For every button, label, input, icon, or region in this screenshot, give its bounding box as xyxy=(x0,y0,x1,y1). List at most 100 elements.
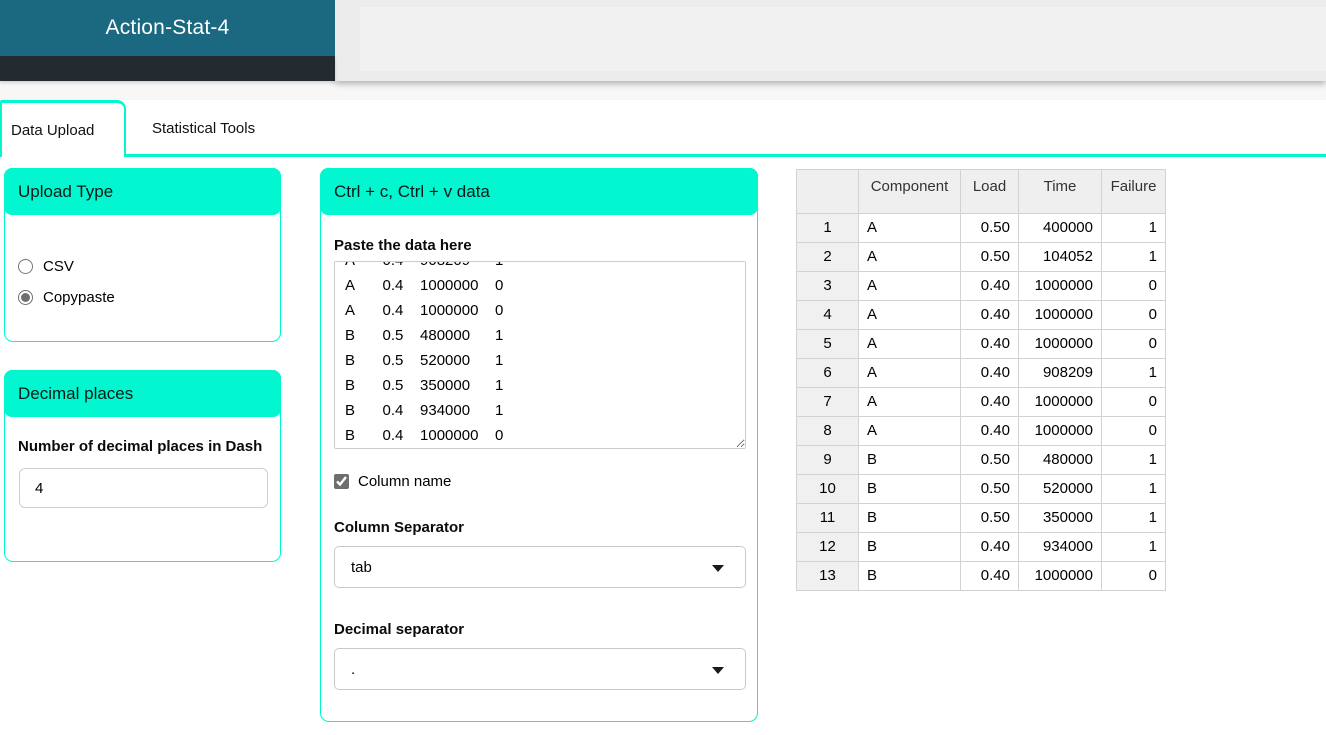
table-cell: 0.50 xyxy=(961,475,1019,504)
table-cell: 1 xyxy=(1102,533,1166,562)
app-screen: Action-Stat-4 Data Upload Statistical To… xyxy=(0,0,1326,735)
decimal-separator-label: Decimal separator xyxy=(334,619,744,640)
table-cell: 2 xyxy=(797,243,859,272)
table-cell: 0.50 xyxy=(961,243,1019,272)
column-header: Component xyxy=(859,170,961,214)
table-cell: 0 xyxy=(1102,272,1166,301)
header-toolbar-inner xyxy=(360,7,1326,71)
table-cell: 1 xyxy=(1102,446,1166,475)
table-cell: 0 xyxy=(1102,301,1166,330)
tab-statistical-tools[interactable]: Statistical Tools xyxy=(126,103,281,154)
column-header: Time xyxy=(1019,170,1102,214)
table-cell: A xyxy=(859,359,961,388)
app-title-bar: Action-Stat-4 xyxy=(0,0,335,56)
table-cell: B xyxy=(859,504,961,533)
table-row: 11B0.503500001 xyxy=(797,504,1166,533)
table-cell: 520000 xyxy=(1019,475,1102,504)
chevron-down-icon xyxy=(712,565,724,572)
table-cell: 0.40 xyxy=(961,359,1019,388)
table-cell: 1000000 xyxy=(1019,330,1102,359)
table-cell: A xyxy=(859,417,961,446)
table-row: 3A0.4010000000 xyxy=(797,272,1166,301)
table-cell: 0 xyxy=(1102,562,1166,591)
table-row: 9B0.504800001 xyxy=(797,446,1166,475)
table-cell: 12 xyxy=(797,533,859,562)
table-row: 10B0.505200001 xyxy=(797,475,1166,504)
table-cell: 3 xyxy=(797,272,859,301)
decimal-places-input[interactable] xyxy=(19,468,268,508)
checkbox-label: Column name xyxy=(358,473,451,490)
table-cell: 0 xyxy=(1102,388,1166,417)
table-cell: 1 xyxy=(1102,243,1166,272)
decimal-places-panel-title: Decimal places xyxy=(4,370,281,417)
table-cell: 934000 xyxy=(1019,533,1102,562)
radio-label: CSV xyxy=(43,258,74,275)
table-cell: 1 xyxy=(1102,359,1166,388)
table-cell: 10 xyxy=(797,475,859,504)
table-cell: 13 xyxy=(797,562,859,591)
table-cell: 0.50 xyxy=(961,446,1019,475)
tab-label: Statistical Tools xyxy=(152,120,255,137)
table-cell: 1000000 xyxy=(1019,417,1102,446)
table-row: 4A0.4010000000 xyxy=(797,301,1166,330)
table-cell: 11 xyxy=(797,504,859,533)
table-cell: B xyxy=(859,533,961,562)
data-table: ComponentLoadTimeFailure 1A0.5040000012A… xyxy=(796,169,1166,591)
csv-radio[interactable] xyxy=(18,259,33,274)
table-cell: 0.50 xyxy=(961,214,1019,243)
table-cell: B xyxy=(859,446,961,475)
header-dark-strip xyxy=(0,56,335,81)
column-header: Load xyxy=(961,170,1019,214)
table-cell: 1 xyxy=(797,214,859,243)
table-cell: 1 xyxy=(1102,475,1166,504)
table-header-row: ComponentLoadTimeFailure xyxy=(797,170,1166,214)
table-row: 1A0.504000001 xyxy=(797,214,1166,243)
table-row: 7A0.4010000000 xyxy=(797,388,1166,417)
table-cell: 0.40 xyxy=(961,330,1019,359)
column-separator-select[interactable]: tab xyxy=(334,546,746,588)
upload-option-copypaste[interactable]: Copypaste xyxy=(18,289,267,306)
tab-bar: Data Upload Statistical Tools xyxy=(0,100,1326,158)
table-cell: 1 xyxy=(1102,214,1166,243)
table-cell: A xyxy=(859,214,961,243)
table-cell: 1000000 xyxy=(1019,388,1102,417)
column-header xyxy=(797,170,859,214)
table-row: 12B0.409340001 xyxy=(797,533,1166,562)
table-cell: 6 xyxy=(797,359,859,388)
table-cell: 4 xyxy=(797,301,859,330)
tab-data-upload[interactable]: Data Upload xyxy=(0,100,126,157)
upload-option-csv[interactable]: CSV xyxy=(18,258,267,275)
tab-underline xyxy=(126,154,1326,157)
table-cell: 0 xyxy=(1102,417,1166,446)
copypaste-radio[interactable] xyxy=(18,290,33,305)
paste-textarea[interactable]: Component Load Time Failure A 0.5 400000… xyxy=(334,261,746,449)
table-row: 5A0.4010000000 xyxy=(797,330,1166,359)
table-cell: 7 xyxy=(797,388,859,417)
paste-data-panel-title: Ctrl + c, Ctrl + v data xyxy=(320,168,758,215)
table-cell: A xyxy=(859,388,961,417)
column-name-checkbox[interactable] xyxy=(334,474,349,489)
decimal-separator-select[interactable]: . xyxy=(334,648,746,690)
table-cell: 1000000 xyxy=(1019,562,1102,591)
table-cell: 104052 xyxy=(1019,243,1102,272)
header-toolbar-area xyxy=(335,0,1326,81)
column-name-checkbox-row[interactable]: Column name xyxy=(334,473,744,490)
upload-type-panel: Upload Type CSV Copypaste xyxy=(4,168,281,342)
radio-label: Copypaste xyxy=(43,289,115,306)
table-cell: 400000 xyxy=(1019,214,1102,243)
table-cell: B xyxy=(859,562,961,591)
decimal-places-label: Number of decimal places in Dash xyxy=(18,436,267,457)
table-cell: A xyxy=(859,301,961,330)
tab-label: Data Upload xyxy=(11,122,94,139)
header-sub-band xyxy=(0,81,1326,100)
table-cell: B xyxy=(859,475,961,504)
paste-data-panel: Ctrl + c, Ctrl + v data Paste the data h… xyxy=(320,168,758,722)
decimal-separator-value: . xyxy=(351,661,355,678)
chevron-down-icon xyxy=(712,667,724,674)
table-cell: 1000000 xyxy=(1019,301,1102,330)
table-cell: 1000000 xyxy=(1019,272,1102,301)
table-cell: 0.50 xyxy=(961,504,1019,533)
table-cell: 1 xyxy=(1102,504,1166,533)
table-cell: 9 xyxy=(797,446,859,475)
table-row: 8A0.4010000000 xyxy=(797,417,1166,446)
